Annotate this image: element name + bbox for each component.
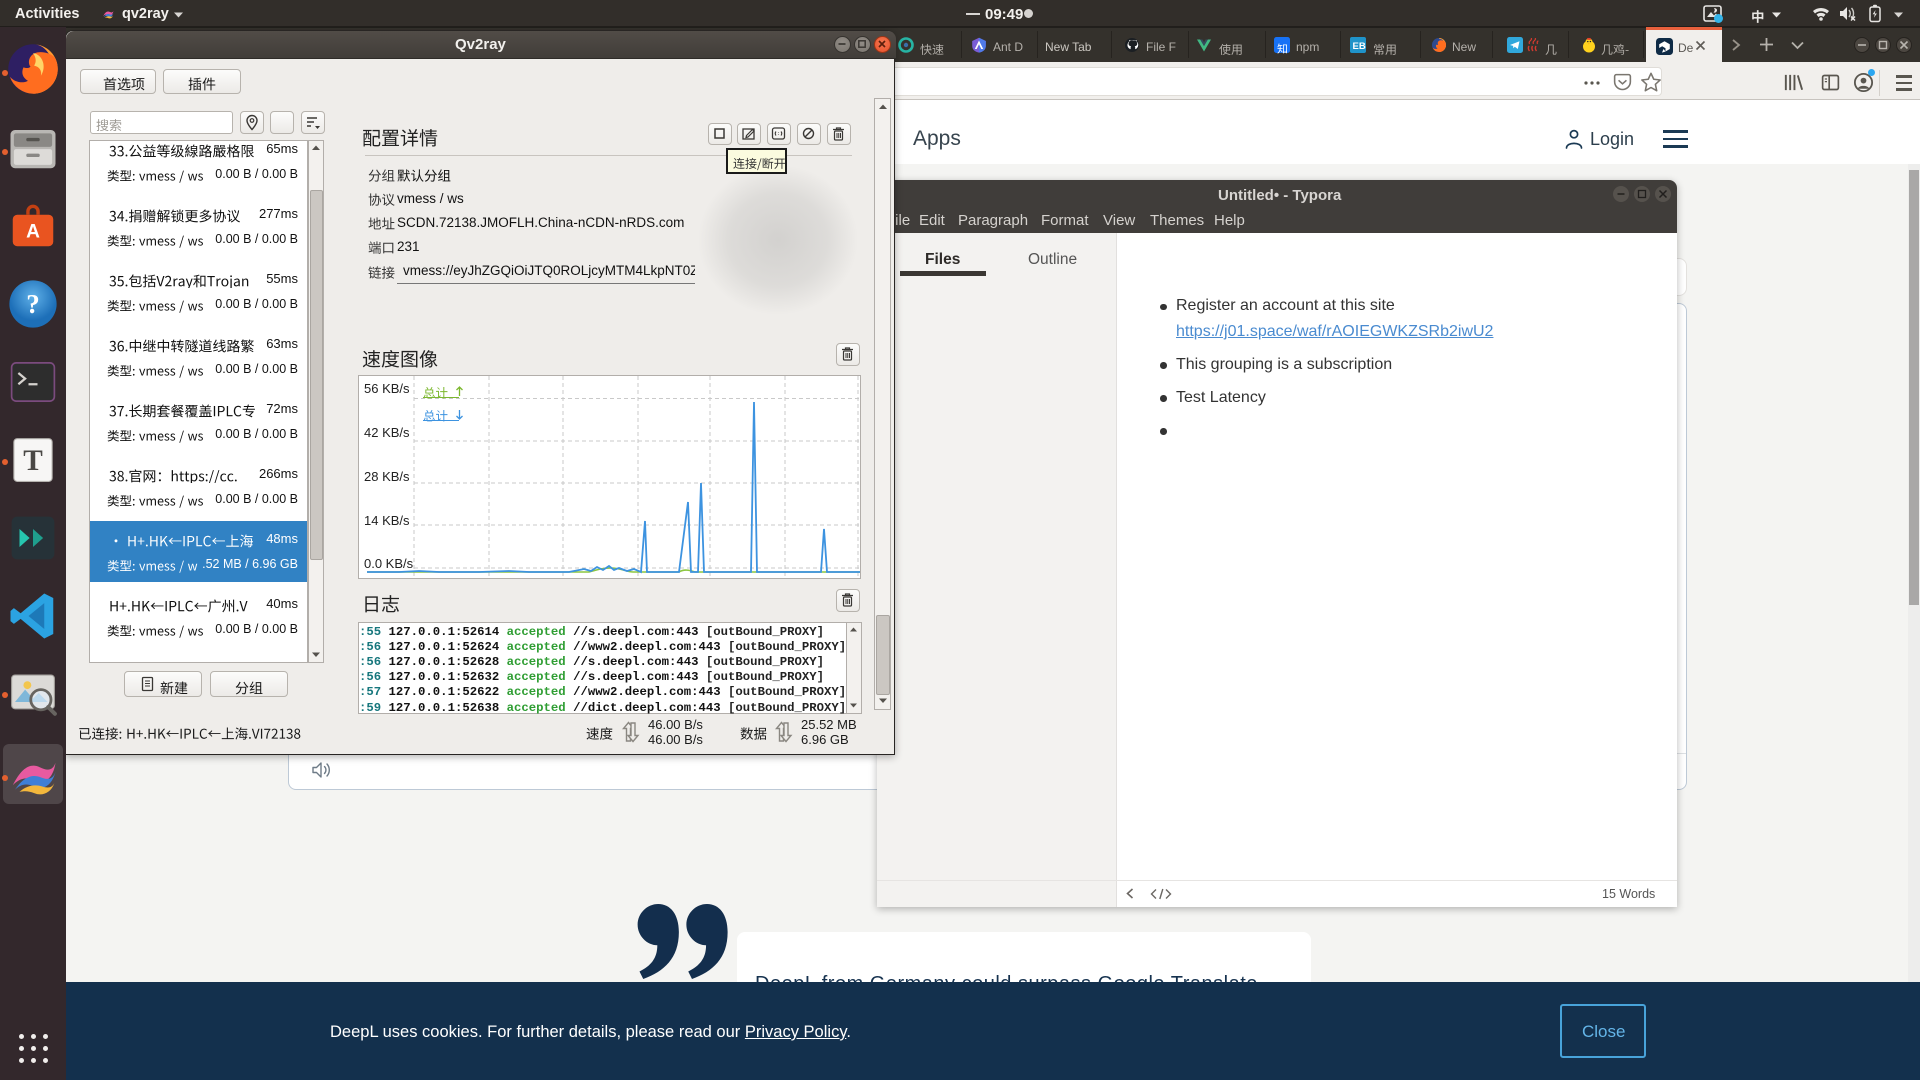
svg-text:A: A — [26, 221, 40, 242]
svg-text:?: ? — [26, 289, 40, 319]
svg-text:T: T — [23, 445, 43, 477]
